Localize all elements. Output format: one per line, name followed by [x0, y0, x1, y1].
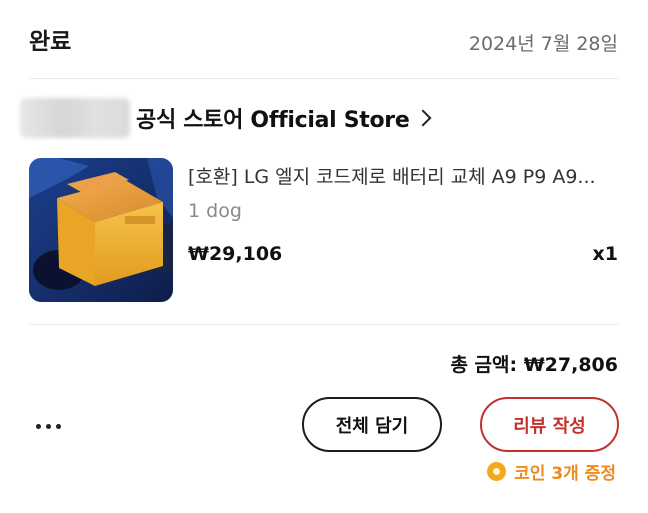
- coin-icon: [487, 462, 507, 481]
- product-quantity: x1: [592, 243, 618, 265]
- product-price: ₩29,106: [188, 243, 283, 265]
- order-date: 2024년 7월 28일: [468, 33, 618, 55]
- write-review-button[interactable]: 리뷰 작성: [480, 397, 619, 452]
- battery-product-icon: [29, 158, 173, 302]
- chevron-right-icon: [414, 109, 432, 127]
- divider: [29, 78, 619, 79]
- more-dots-icon[interactable]: [36, 424, 61, 429]
- order-total: 총 금액: ₩27,806: [450, 354, 618, 376]
- product-option: 1 dog: [188, 200, 242, 222]
- store-link[interactable]: 공식 스토어 Official Store: [20, 96, 432, 140]
- add-all-to-cart-button[interactable]: 전체 담기: [302, 397, 442, 452]
- order-status: 완료: [29, 29, 72, 55]
- coin-reward: 코인 3개 증정: [487, 459, 616, 484]
- product-image[interactable]: [29, 158, 173, 302]
- product-title[interactable]: [호환] LG 엘지 코드제로 배터리 교체 A9 P9 A9...: [188, 162, 616, 189]
- store-name: 공식 스토어 Official Store: [136, 108, 410, 133]
- coin-reward-text: 코인 3개 증정: [514, 464, 616, 484]
- divider: [29, 324, 619, 325]
- store-logo-blurred: [20, 98, 130, 138]
